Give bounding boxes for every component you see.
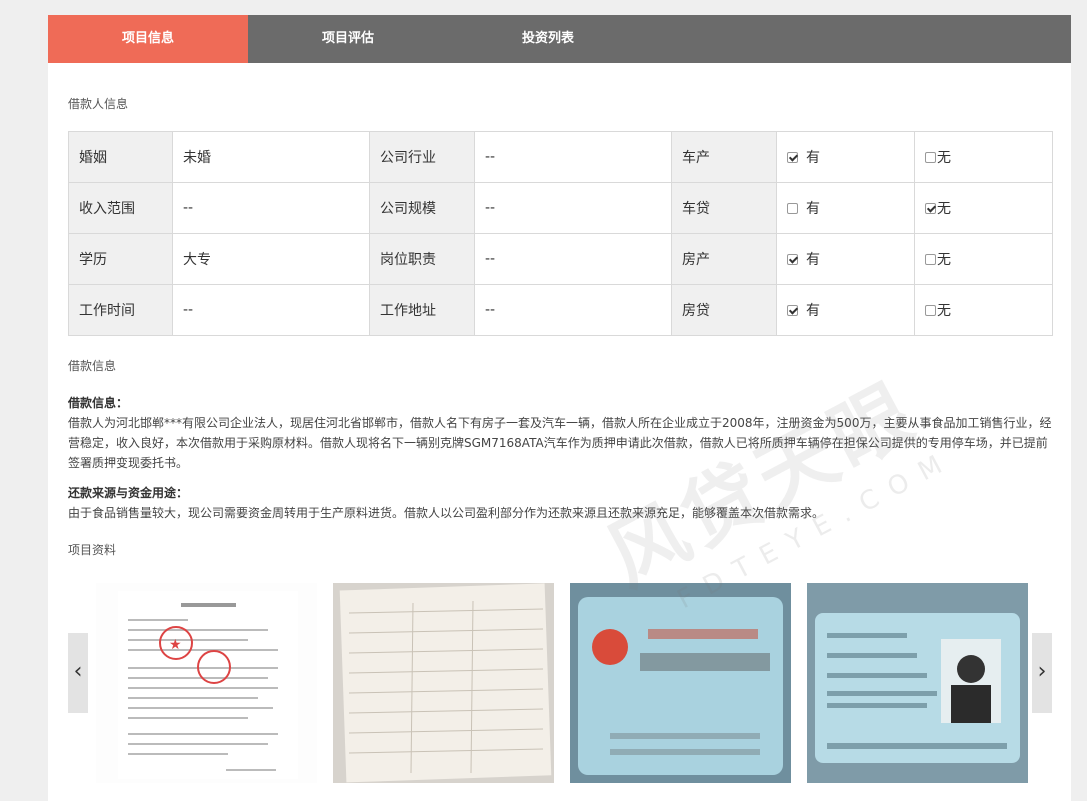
loan-info-block: 借款信息： 借款人为河北邯郸***有限公司企业法人，现居住河北省邯郸市，借款人名… <box>68 393 1052 473</box>
field-value: 未婚 <box>172 131 370 183</box>
option-yes-cell: 有 <box>776 233 915 285</box>
repayment-heading: 还款来源与资金用途： <box>68 486 189 500</box>
field-value: -- <box>172 182 370 234</box>
materials-gallery: ‹ ★ › <box>68 583 1052 783</box>
checkbox-no[interactable] <box>925 305 936 316</box>
option-no-label: 无 <box>937 201 951 217</box>
field-value: -- <box>172 284 370 336</box>
option-yes-cell: 有 <box>776 182 915 234</box>
checkbox-yes[interactable] <box>787 254 798 265</box>
field-label: 车贷 <box>671 182 777 234</box>
gallery-prev-button[interactable]: ‹ <box>68 633 88 713</box>
tab-investment-list[interactable]: 投资列表 <box>448 15 648 63</box>
svg-text:★: ★ <box>169 637 182 653</box>
tab-project-info[interactable]: 项目信息 <box>48 15 248 63</box>
checkbox-yes[interactable] <box>787 152 798 163</box>
form-photo-image <box>339 583 552 783</box>
document-image: ★ <box>118 591 298 779</box>
loan-info-heading: 借款信息： <box>68 396 129 410</box>
option-yes-cell: 有 <box>776 131 915 183</box>
option-yes-cell: 有 <box>776 284 915 336</box>
materials-section-title: 项目资料 <box>68 543 117 557</box>
option-no-cell: 无 <box>914 131 1053 183</box>
field-label: 岗位职责 <box>369 233 475 285</box>
field-label: 收入范围 <box>68 182 173 234</box>
option-yes-label: 有 <box>806 201 820 217</box>
id-card-back-thumbnail[interactable] <box>807 583 1028 783</box>
field-value: 大专 <box>172 233 370 285</box>
field-label: 房贷 <box>671 284 777 336</box>
checkbox-no[interactable] <box>925 152 936 163</box>
field-label: 工作时间 <box>68 284 173 336</box>
field-value: -- <box>474 131 672 183</box>
borrower-table-row: 工作时间 -- 工作地址 -- 房贷有无 <box>68 284 1053 336</box>
gallery-next-button[interactable]: › <box>1032 633 1052 713</box>
checkbox-yes[interactable] <box>787 305 798 316</box>
loan-section-title: 借款信息 <box>68 359 117 373</box>
tab-project-evaluation[interactable]: 项目评估 <box>248 15 448 63</box>
project-panel: 项目信息 项目评估 投资列表 借款人信息 婚姻 未婚 公司行业 -- 车产有无收入范围 -… <box>48 15 1071 801</box>
field-value: -- <box>474 284 672 336</box>
tab-bar: 项目信息 项目评估 投资列表 <box>48 15 1071 63</box>
field-label: 工作地址 <box>369 284 475 336</box>
option-no-label: 无 <box>937 303 951 319</box>
repayment-text: 由于食品销售量较大，现公司需要资金周转用于生产原料进货。借款人以公司盈利部分作为… <box>68 506 825 520</box>
field-label: 学历 <box>68 233 173 285</box>
option-no-cell: 无 <box>914 233 1053 285</box>
borrower-table-row: 学历 大专 岗位职责 -- 房产 有 无 <box>68 233 1053 285</box>
borrower-section-title: 借款人信息 <box>68 97 129 111</box>
borrower-table-row: 婚姻 未婚 公司行业 -- 车产 有 无 <box>68 131 1053 183</box>
loan-info-text: 借款人为河北邯郸***有限公司企业法人，现居住河北省邯郸市，借款人名下有房子一套… <box>68 416 1052 470</box>
borrower-table-row: 收入范围 -- 公司规模 -- 车贷有无 <box>68 182 1053 234</box>
id-card-front-thumbnail[interactable] <box>570 583 791 783</box>
repayment-block: 还款来源与资金用途： 由于食品销售量较大，现公司需要资金周转用于生产原料进货。借… <box>68 483 1052 523</box>
option-no-label: 无 <box>937 252 951 268</box>
field-label: 公司行业 <box>369 131 475 183</box>
checkbox-no[interactable] <box>925 203 936 214</box>
field-value: -- <box>474 233 672 285</box>
form-photo-thumbnail[interactable] <box>333 583 554 783</box>
option-yes-label: 有 <box>806 303 820 319</box>
field-label: 婚姻 <box>68 131 173 183</box>
document-thumbnail[interactable]: ★ <box>96 583 317 783</box>
checkbox-no[interactable] <box>925 254 936 265</box>
id-card-back-image <box>807 583 1028 783</box>
option-no-cell: 无 <box>914 182 1053 234</box>
id-card-front-image <box>570 583 791 783</box>
borrower-info-table: 婚姻 未婚 公司行业 -- 车产有无收入范围 -- 公司规模 -- 车贷有无学历 大专 岗位职责 --… <box>68 131 1053 336</box>
option-no-cell: 无 <box>914 284 1053 336</box>
option-yes-label: 有 <box>806 150 820 166</box>
field-label: 公司规模 <box>369 182 475 234</box>
field-value: -- <box>474 182 672 234</box>
checkbox-yes[interactable] <box>787 203 798 214</box>
field-label: 车产 <box>671 131 777 183</box>
option-yes-label: 有 <box>806 252 820 268</box>
option-no-label: 无 <box>937 150 951 166</box>
field-label: 房产 <box>671 233 777 285</box>
